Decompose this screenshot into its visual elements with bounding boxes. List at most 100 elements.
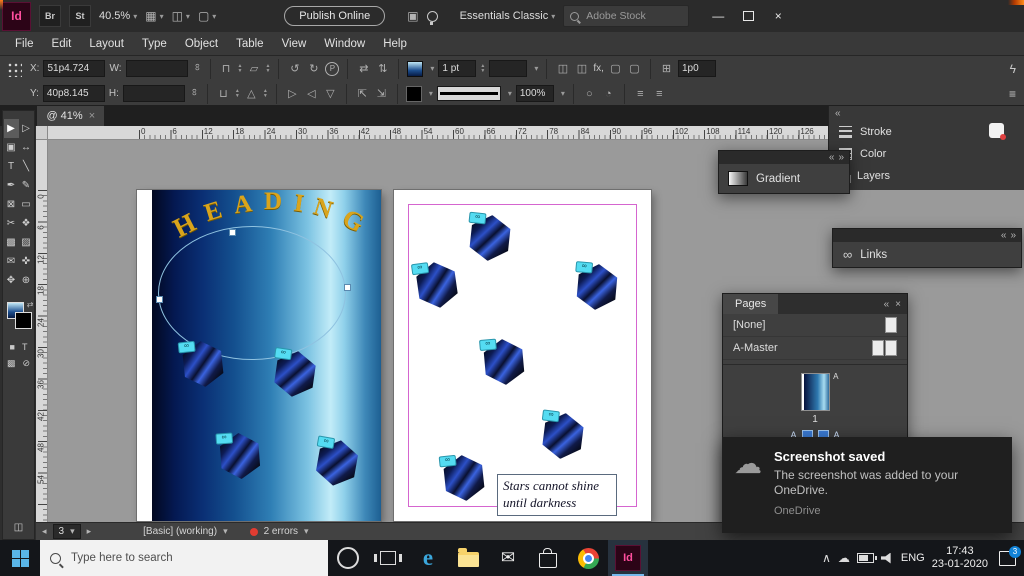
hexagon-image[interactable]: ∞	[312, 437, 361, 490]
store-button[interactable]	[528, 540, 568, 576]
wrap-icon[interactable]: ▢	[608, 62, 623, 75]
rotate-ccw-icon[interactable]: ↺	[287, 62, 302, 75]
rotate-cw-icon[interactable]: ↻	[306, 62, 321, 75]
hexagon-image[interactable]: ∞	[539, 411, 586, 462]
flip-icon[interactable]: ▽	[323, 87, 338, 100]
y-position-field[interactable]: 40p8.145	[43, 85, 105, 102]
onedrive-tray-icon[interactable]: ☁	[838, 551, 850, 565]
edge-button[interactable]: e	[408, 540, 448, 576]
pencil-tool[interactable]: ✎	[19, 176, 34, 195]
swap-fill-stroke-icon[interactable]: ⇄	[27, 300, 34, 309]
menu-file[interactable]: File	[6, 38, 43, 50]
flip-horizontal-icon[interactable]: ⇄	[356, 62, 371, 75]
apply-none-icon[interactable]: ⊘	[22, 358, 30, 369]
pages-row-none[interactable]: [None]	[723, 314, 907, 337]
stepper-icon[interactable]: ▲▼	[480, 64, 485, 73]
quick-apply-icon[interactable]: ϟ	[1010, 62, 1016, 76]
restore-button[interactable]	[733, 1, 763, 31]
scale-x-icon[interactable]: ⊓	[219, 62, 234, 75]
stepper-icon[interactable]: ▲▼	[265, 64, 270, 73]
hexagon-image[interactable]: ∞	[467, 213, 514, 263]
constrain-proportions-icon[interactable]: ∞	[188, 89, 199, 99]
type-tool[interactable]: T	[4, 157, 19, 176]
scissors-tool[interactable]: ✂	[4, 214, 19, 233]
task-view-button[interactable]	[368, 540, 408, 576]
gradient-panel-label[interactable]: Gradient	[756, 173, 800, 185]
mail-button[interactable]: ✉	[488, 540, 528, 576]
direct-selection-tool[interactable]: ▷	[19, 119, 34, 138]
stroke-color-swatch[interactable]	[406, 86, 422, 102]
ruler-origin-box[interactable]	[36, 126, 48, 140]
opacity-field[interactable]: 100%	[516, 85, 554, 102]
volume-icon[interactable]	[881, 553, 894, 564]
hexagon-image[interactable]: ∞	[441, 453, 488, 503]
adobe-stock-search[interactable]	[563, 5, 689, 27]
hexagon-image[interactable]: ∞	[481, 337, 527, 386]
cc-libraries-icon[interactable]	[989, 123, 1004, 138]
links-panel-label[interactable]: Links	[860, 249, 887, 261]
menu-table[interactable]: Table	[227, 38, 273, 50]
menu-window[interactable]: Window	[315, 38, 374, 50]
bridge-icon[interactable]: Br	[39, 5, 61, 27]
arrange-documents-dropdown[interactable]: ▢▾	[198, 9, 216, 23]
cortana-button[interactable]	[328, 540, 368, 576]
screen-mode-icon[interactable]: ◫	[14, 522, 23, 533]
stepper-icon[interactable]: ▲▼	[235, 89, 240, 98]
reference-point-proxy[interactable]	[6, 61, 22, 77]
shear-angle-icon[interactable]: △	[244, 87, 259, 100]
action-center-button[interactable]: 3	[999, 551, 1016, 566]
flip-vertical-icon[interactable]: ⇅	[375, 62, 390, 75]
stroke-weight-field[interactable]: 1 pt	[438, 60, 476, 77]
flip-icon[interactable]: ◁	[304, 87, 319, 100]
onedrive-notification[interactable]: ☁ Screenshot saved The screenshot was ad…	[722, 437, 1012, 533]
close-document-icon[interactable]: ×	[89, 110, 95, 122]
panel-tab-color[interactable]: Color	[829, 143, 1024, 165]
expand-icon[interactable]: »	[838, 152, 844, 163]
selection-tool[interactable]: ▶	[4, 119, 19, 138]
zoom-tool[interactable]: ⊕	[19, 271, 34, 290]
ruler-horizontal[interactable]: 0612182430364248546066727884909610210811…	[48, 126, 828, 140]
hexagon-image[interactable]: ∞	[574, 262, 620, 311]
formatting-text-icon[interactable]: T	[22, 342, 28, 352]
pen-tool[interactable]: ✒	[4, 176, 19, 195]
previous-page-icon[interactable]: ◂	[42, 526, 47, 537]
flip-icon[interactable]: ▷	[285, 87, 300, 100]
height-field[interactable]	[123, 85, 185, 102]
align-icon[interactable]: ≡	[633, 88, 648, 100]
collapse-dock-icon[interactable]: «	[835, 108, 841, 119]
publish-online-button[interactable]: Publish Online	[284, 6, 385, 26]
rectangle-tool[interactable]: ▭	[19, 195, 34, 214]
pages-panel-tab[interactable]: Pages	[723, 294, 778, 314]
stroke-swatch[interactable]	[15, 312, 32, 329]
fill-color-swatch[interactable]	[407, 61, 423, 77]
taskbar-search[interactable]	[40, 540, 328, 576]
stroke-type-dropdown[interactable]	[489, 60, 527, 77]
document-tab[interactable]: @ 41% ×	[37, 106, 104, 126]
effects-icon[interactable]: ◫	[555, 62, 570, 75]
gradient-swatch-tool[interactable]: ▩	[4, 233, 19, 252]
stepper-icon[interactable]: ▲▼	[263, 89, 268, 98]
hexagon-image[interactable]: ∞	[217, 432, 262, 481]
collapse-icon[interactable]: «	[829, 152, 835, 163]
device-preview-icon[interactable]: ▣	[407, 9, 418, 23]
x-position-field[interactable]: 51p4.724	[43, 60, 105, 77]
indesign-taskbar-button[interactable]: Id	[608, 540, 648, 576]
rectangle-frame-tool[interactable]: ⊠	[4, 195, 19, 214]
file-explorer-button[interactable]	[448, 540, 488, 576]
apply-gradient-icon[interactable]: ▩	[7, 358, 16, 369]
menu-view[interactable]: View	[273, 38, 316, 50]
hexagon-image[interactable]: ∞	[271, 348, 319, 399]
battery-icon[interactable]	[857, 553, 874, 563]
menu-object[interactable]: Object	[176, 38, 227, 50]
corner-radius-field[interactable]: 1p0	[678, 60, 716, 77]
gap-tool[interactable]: ↔	[19, 138, 34, 157]
zoom-level-dropdown[interactable]: 40.5%▾	[99, 10, 137, 22]
start-button[interactable]	[0, 540, 40, 576]
gradient-swatch-icon[interactable]	[728, 171, 748, 186]
drop-shadow-icon[interactable]: ◫	[574, 62, 589, 75]
close-panel-icon[interactable]: ×	[895, 299, 901, 310]
close-button[interactable]: ×	[763, 1, 793, 31]
screen-mode-dropdown[interactable]: ◫▾	[172, 9, 190, 23]
width-field[interactable]	[126, 60, 188, 77]
stepper-icon[interactable]: ▲▼	[238, 64, 243, 73]
